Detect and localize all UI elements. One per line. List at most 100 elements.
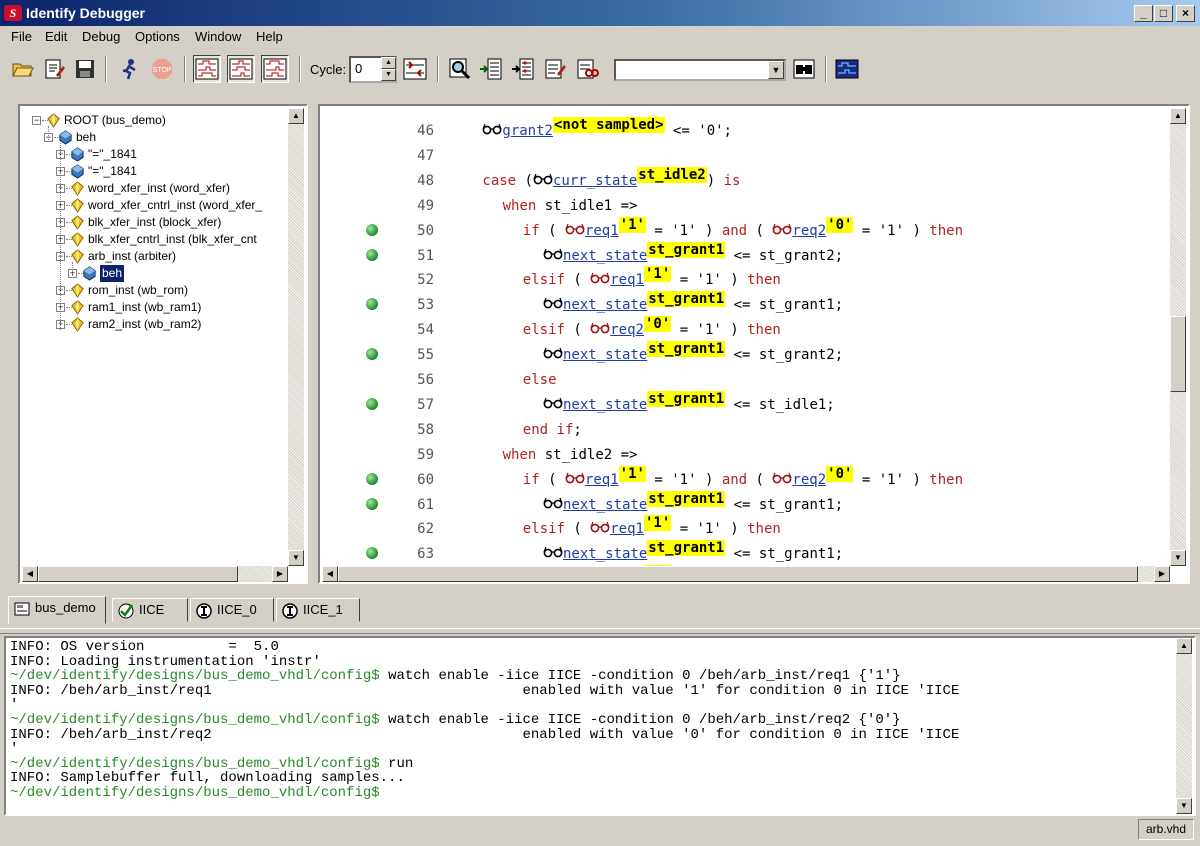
- watch-glasses-icon[interactable]: [590, 521, 610, 537]
- panel-splitter[interactable]: [0, 628, 1200, 634]
- watch-glasses-icon[interactable]: [543, 347, 563, 363]
- signal-link[interactable]: next_state: [563, 347, 647, 363]
- code-vertical-scrollbar[interactable]: ▲ ▼: [1170, 108, 1186, 566]
- tab-iice-0[interactable]: IICE_0: [190, 598, 274, 622]
- tree-node[interactable]: + "="_1841: [22, 146, 288, 163]
- cycle-step-icon[interactable]: [401, 55, 429, 83]
- watch-glasses-icon[interactable]: [573, 55, 601, 83]
- code-line[interactable]: 61 next_statest_grant1 <= st_grant1;: [322, 490, 1170, 516]
- signal-link[interactable]: next_state: [563, 248, 647, 264]
- watch-edit-icon[interactable]: [541, 55, 569, 83]
- waveform-view-2-icon[interactable]: [227, 55, 255, 83]
- signal-link[interactable]: req2: [610, 322, 644, 338]
- console-output[interactable]: INFO: OS version = 5.0 INFO: Loading inst…: [10, 640, 1176, 812]
- cycle-spinner[interactable]: ▲ ▼: [381, 57, 396, 82]
- watchpoint-icon[interactable]: [366, 248, 378, 261]
- tree-hscroll-thumb[interactable]: [38, 566, 238, 582]
- signal-link[interactable]: req1: [585, 472, 619, 488]
- search-icon[interactable]: [446, 55, 474, 83]
- scroll-left-icon[interactable]: ◀: [322, 566, 338, 582]
- code-line[interactable]: 62 elsif ( req1'1' = '1' ) then: [322, 515, 1170, 540]
- tab-bus-demo[interactable]: bus_demo: [8, 596, 106, 624]
- signal-combo[interactable]: ▼: [614, 59, 786, 81]
- tree-node[interactable]: + blk_xfer_cntrl_inst (blk_xfer_cnt: [22, 231, 288, 248]
- tree-vertical-scrollbar[interactable]: ▲ ▼: [288, 108, 304, 566]
- code-vscroll-thumb[interactable]: [1170, 316, 1186, 392]
- code-line[interactable]: 52 elsif ( req1'1' = '1' ) then: [322, 266, 1170, 291]
- code-line[interactable]: 51 next_statest_grant1 <= st_grant2;: [322, 241, 1170, 267]
- chevron-down-icon[interactable]: ▼: [768, 61, 784, 79]
- watch-glasses-icon[interactable]: [543, 297, 563, 313]
- tree-node[interactable]: + blk_xfer_inst (block_xfer): [22, 214, 288, 231]
- watch-glasses-icon[interactable]: [772, 472, 792, 488]
- maximize-button[interactable]: □: [1154, 5, 1173, 22]
- code-horizontal-scrollbar[interactable]: ◀ ▶: [322, 566, 1170, 582]
- waveform-viewer-icon[interactable]: [833, 55, 861, 83]
- watch-glasses-icon[interactable]: [482, 123, 502, 139]
- find-binoculars-icon[interactable]: [790, 55, 818, 83]
- watchpoint-icon[interactable]: [366, 397, 378, 410]
- waveform-view-1-icon[interactable]: [193, 55, 221, 83]
- tree-node[interactable]: − beh: [22, 129, 288, 146]
- watchpoint-icon[interactable]: [366, 497, 378, 510]
- scroll-down-icon[interactable]: ▼: [288, 550, 304, 566]
- stop-icon[interactable]: STOP: [148, 55, 176, 83]
- watchpoint-icon[interactable]: [366, 472, 378, 485]
- watch-list-1-icon[interactable]: [477, 55, 505, 83]
- watch-glasses-icon[interactable]: [590, 272, 610, 288]
- tree-node[interactable]: + ram1_inst (wb_ram1): [22, 299, 288, 316]
- watch-glasses-icon[interactable]: [565, 223, 585, 239]
- menu-help[interactable]: Help: [256, 29, 283, 44]
- spinner-down-icon[interactable]: ▼: [381, 69, 396, 81]
- watch-list-2-icon[interactable]: [509, 55, 537, 83]
- collapse-icon[interactable]: −: [32, 116, 41, 125]
- signal-link[interactable]: req2: [792, 472, 826, 488]
- watch-glasses-icon[interactable]: [543, 546, 563, 562]
- waveform-view-3-icon[interactable]: [261, 55, 289, 83]
- signal-link[interactable]: curr_state: [553, 173, 637, 189]
- code-line[interactable]: 63 next_statest_grant1 <= st_grant1;: [322, 540, 1170, 565]
- spinner-up-icon[interactable]: ▲: [381, 57, 396, 69]
- watchpoint-icon[interactable]: [366, 298, 378, 311]
- close-button[interactable]: ×: [1176, 5, 1195, 22]
- signal-link[interactable]: next_state: [563, 297, 647, 313]
- scroll-left-icon[interactable]: ◀: [22, 566, 38, 582]
- signal-link[interactable]: next_state: [563, 497, 647, 513]
- scroll-right-icon[interactable]: ▶: [1154, 566, 1170, 582]
- watch-glasses-icon[interactable]: [543, 397, 563, 413]
- tree-node[interactable]: + word_xfer_inst (word_xfer): [22, 180, 288, 197]
- code-line[interactable]: 58 end if;: [322, 417, 1170, 441]
- signal-link[interactable]: next_state: [563, 397, 647, 413]
- scroll-down-icon[interactable]: ▼: [1170, 550, 1186, 566]
- code-line[interactable]: 53 next_statest_grant1 <= st_grant1;: [322, 291, 1170, 316]
- watch-glasses-icon[interactable]: [565, 472, 585, 488]
- menu-file[interactable]: File: [11, 29, 32, 44]
- menu-debug[interactable]: Debug: [82, 29, 120, 44]
- scroll-down-icon[interactable]: ▼: [1176, 798, 1192, 814]
- menu-edit[interactable]: Edit: [45, 29, 67, 44]
- code-line[interactable]: 47: [322, 143, 1170, 167]
- code-line[interactable]: 55 next_statest_grant1 <= st_grant2;: [322, 341, 1170, 366]
- console-panel[interactable]: INFO: OS version = 5.0 INFO: Loading inst…: [4, 636, 1196, 816]
- signal-link[interactable]: req1: [610, 521, 644, 537]
- code-line[interactable]: 46 grant2<not sampled> <= '0';: [322, 117, 1170, 142]
- code-line[interactable]: 56 else: [322, 367, 1170, 391]
- tree-horizontal-scrollbar[interactable]: ◀ ▶: [22, 566, 288, 582]
- code-line[interactable]: 48 case (curr_statest_idle2) is: [322, 166, 1170, 192]
- code-line[interactable]: 54 elsif ( req2'0' = '1' ) then: [322, 316, 1170, 341]
- code-line[interactable]: 49 when st_idle1 =>: [322, 193, 1170, 217]
- run-icon[interactable]: [115, 55, 143, 83]
- save-icon[interactable]: [71, 55, 99, 83]
- watchpoint-icon[interactable]: [366, 348, 378, 361]
- watch-glasses-icon[interactable]: [590, 322, 610, 338]
- watch-glasses-icon[interactable]: [533, 173, 553, 189]
- scroll-up-icon[interactable]: ▲: [1170, 108, 1186, 124]
- watch-glasses-icon[interactable]: [543, 497, 563, 513]
- code-line[interactable]: 59 when st_idle2 =>: [322, 442, 1170, 466]
- edit-icon[interactable]: [40, 55, 68, 83]
- console-vertical-scrollbar[interactable]: ▲ ▼: [1176, 638, 1192, 814]
- code-line[interactable]: 60 if ( req1'1' = '1' ) and ( req2'0' = '…: [322, 465, 1170, 491]
- signal-link[interactable]: req1: [610, 272, 644, 288]
- watchpoint-icon[interactable]: [366, 223, 378, 236]
- tab-iice-1[interactable]: IICE_1: [276, 598, 360, 622]
